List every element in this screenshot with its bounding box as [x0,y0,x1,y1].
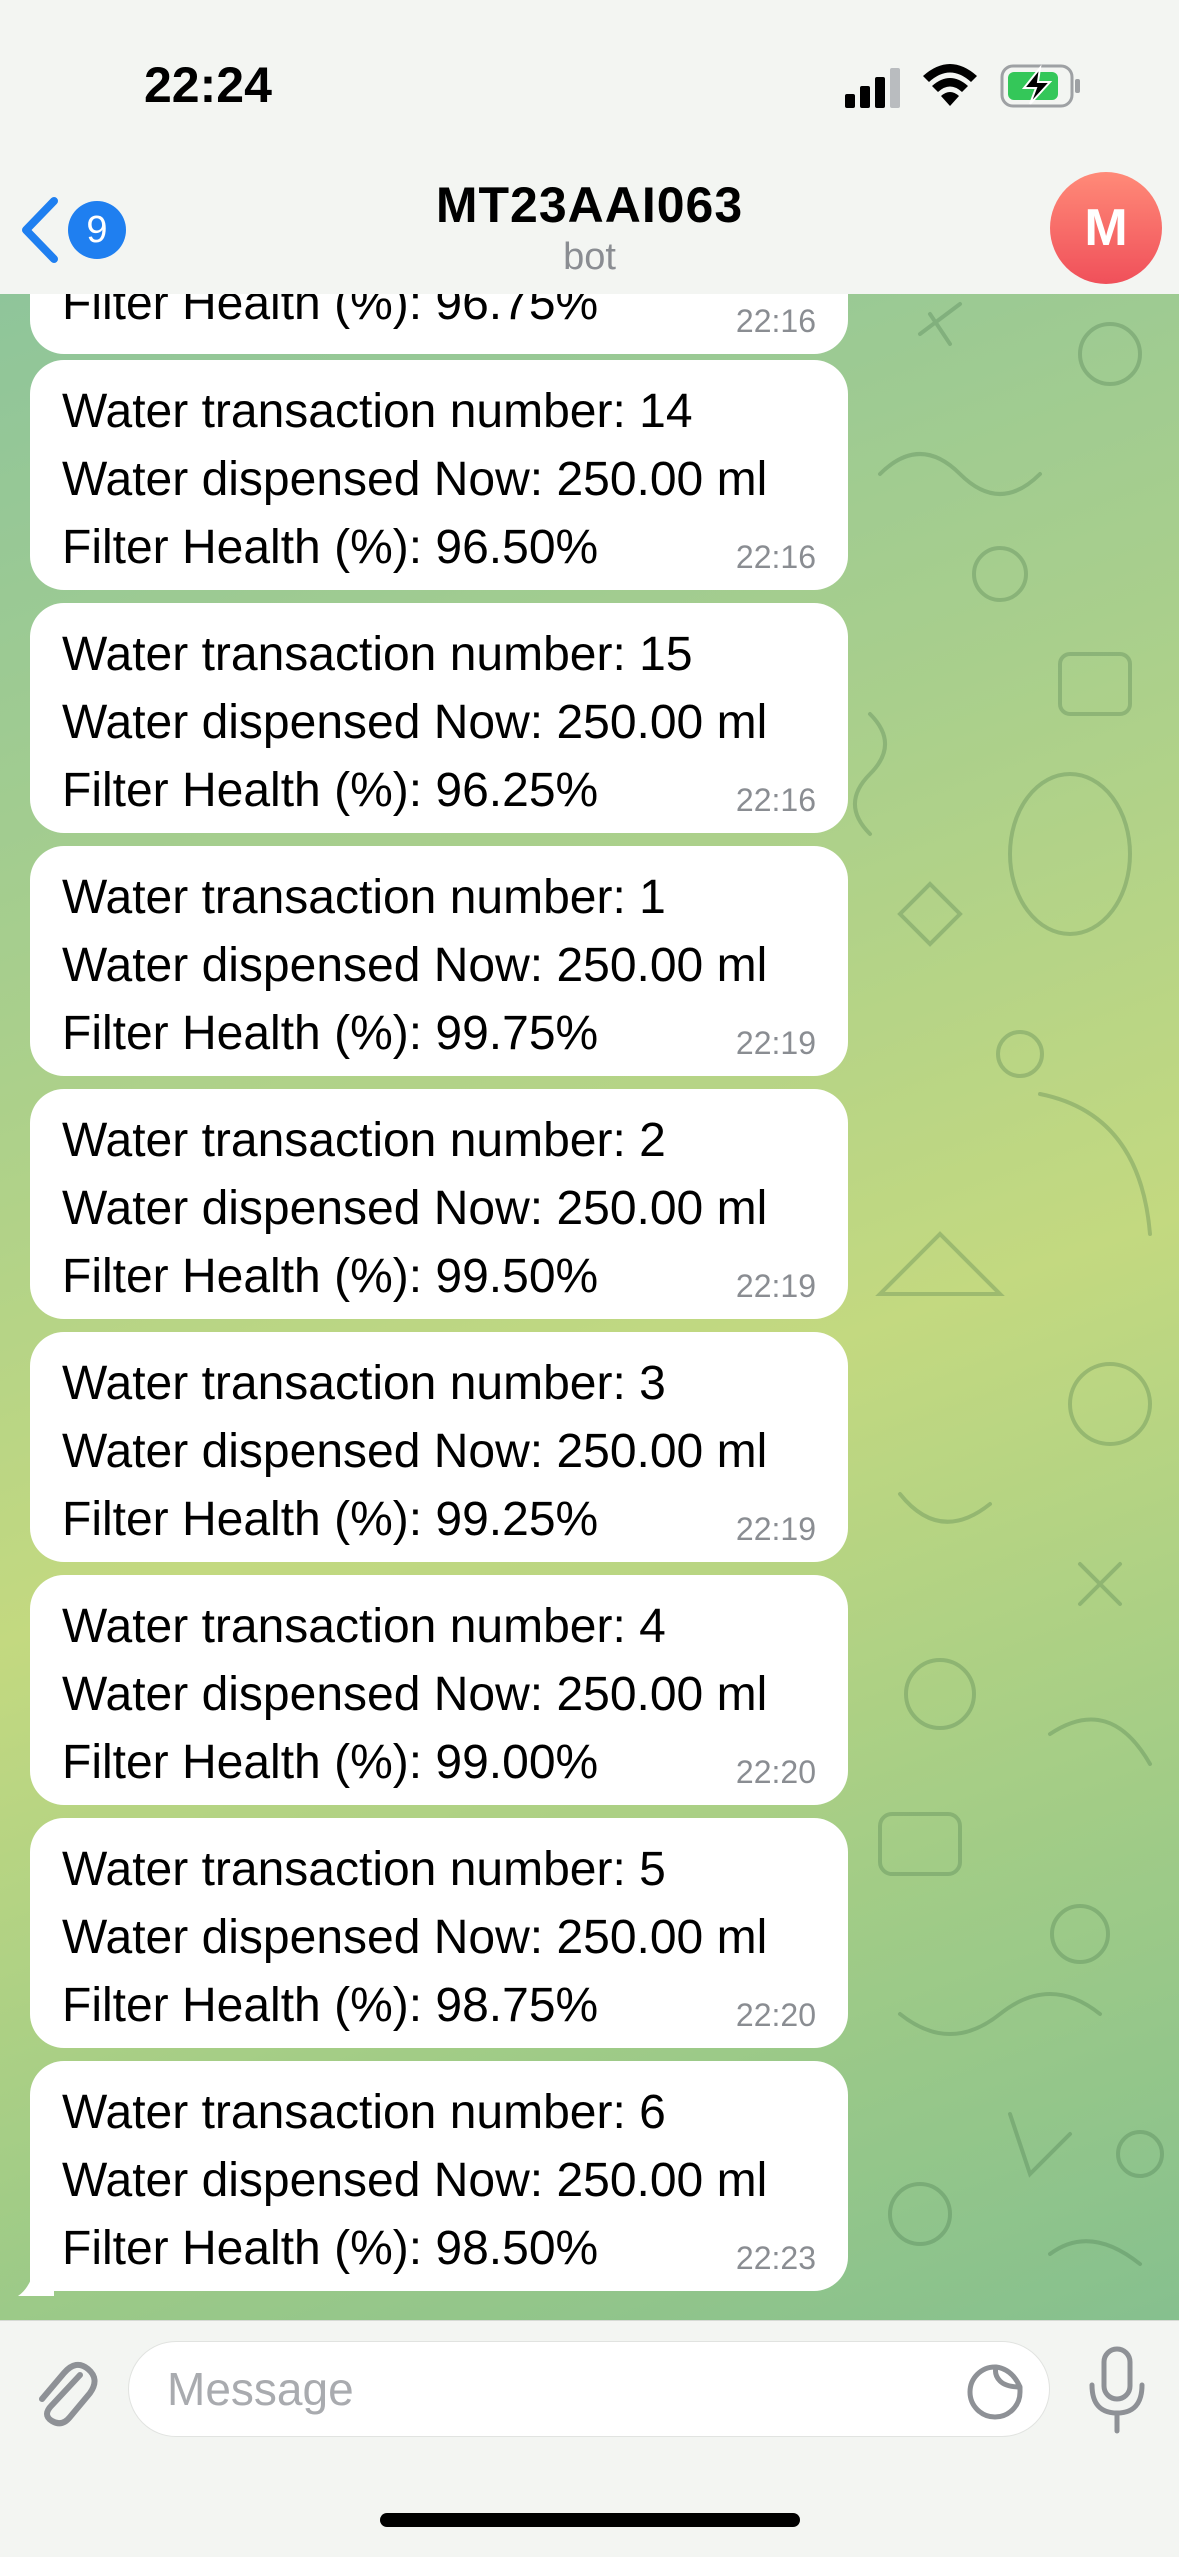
message-time: 22:16 [735,539,816,575]
water-dispensed-text: Water dispensed Now: 250.00 ml [62,1668,768,1721]
message-bubble[interactable]: Filter Health (%): 96.75% 22:16 [30,294,848,354]
transaction-number-text: Water transaction number: 5 [62,1843,666,1896]
chat-subtitle: bot [563,236,616,278]
message-time: 22:20 [735,1754,816,1790]
chat-messages-area[interactable]: Filter Health (%): 96.75% 22:16 Water tr… [0,294,1179,2320]
message-bubble[interactable]: Water transaction number: 3 Water dispen… [30,1332,848,1562]
status-time: 22:24 [144,57,272,113]
message-time: 22:20 [735,1997,816,2033]
message-bubble[interactable]: Water transaction number: 2 Water dispen… [30,1089,848,1319]
message-time: 22:16 [735,303,816,339]
message-input[interactable] [128,2341,1050,2437]
message-bubble[interactable]: Water transaction number: 1 Water dispen… [30,846,848,1076]
message-time: 22:19 [735,1268,816,1304]
transaction-number-text: Water transaction number: 1 [62,871,666,924]
message-time: 22:19 [735,1511,816,1547]
message-bubble[interactable]: Water transaction number: 15 Water dispe… [30,603,848,833]
filter-health-text: Filter Health (%): 99.25% [62,1493,599,1546]
message-bubble[interactable]: Water transaction number: 14 Water dispe… [30,360,848,590]
transaction-number-text: Water transaction number: 15 [62,628,693,681]
water-dispensed-text: Water dispensed Now: 250.00 ml [62,453,768,506]
sticker-icon[interactable] [966,2363,1024,2421]
water-dispensed-text: Water dispensed Now: 250.00 ml [62,939,768,992]
message-time: 22:19 [735,1025,816,1061]
message-time: 22:23 [735,2240,816,2276]
chat-title[interactable]: MT23AAI063 [0,176,1179,234]
battery-charging-icon [1000,64,1080,108]
filter-health-text: Filter Health (%): 96.50% [62,521,599,574]
filter-health-text: Filter Health (%): 99.75% [62,1007,599,1060]
home-indicator[interactable] [380,2513,800,2527]
transaction-number-text: Water transaction number: 3 [62,1357,666,1410]
filter-health-text: Filter Health (%): 96.25% [62,764,599,817]
water-dispensed-text: Water dispensed Now: 250.00 ml [62,1911,768,1964]
transaction-number-text: Water transaction number: 4 [62,1600,666,1653]
message-time: 22:16 [735,782,816,818]
bubble-tail [18,2244,54,2296]
water-dispensed-text: Water dispensed Now: 250.00 ml [62,1182,768,1235]
cellular-signal-icon [845,68,900,108]
filter-health-text: Filter Health (%): 99.50% [62,1250,599,1303]
message-bubble[interactable]: Water transaction number: 6 Water dispen… [30,2061,848,2291]
paperclip-icon[interactable] [28,2349,100,2429]
filter-health-text: Filter Health (%): 96.75% [62,294,599,330]
transaction-number-text: Water transaction number: 2 [62,1114,666,1167]
transaction-number-text: Water transaction number: 14 [62,385,693,438]
message-bubble[interactable]: Water transaction number: 5 Water dispen… [30,1818,848,2048]
chat-header: 9 MT23AAI063 bot M [0,160,1179,295]
avatar[interactable]: M [1050,172,1162,284]
transaction-number-text: Water transaction number: 6 [62,2086,666,2139]
status-bar: 22:24 [0,0,1179,160]
wifi-icon [923,64,977,106]
filter-health-text: Filter Health (%): 98.50% [62,2222,599,2275]
microphone-icon[interactable] [1082,2345,1152,2435]
water-dispensed-text: Water dispensed Now: 250.00 ml [62,1425,768,1478]
water-dispensed-text: Water dispensed Now: 250.00 ml [62,696,768,749]
message-bubble[interactable]: Water transaction number: 4 Water dispen… [30,1575,848,1805]
filter-health-text: Filter Health (%): 98.75% [62,1979,599,2032]
water-dispensed-text: Water dispensed Now: 250.00 ml [62,2154,768,2207]
filter-health-text: Filter Health (%): 99.00% [62,1736,599,1789]
